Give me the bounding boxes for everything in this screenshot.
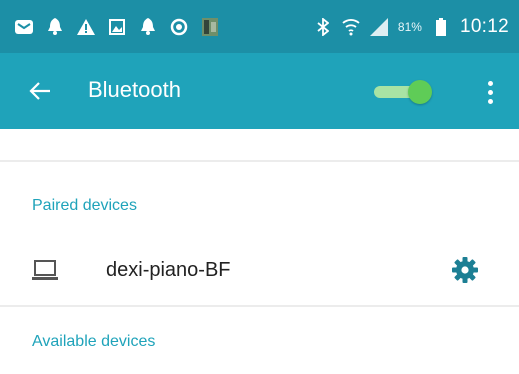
image-icon <box>107 17 126 36</box>
dot-icon <box>487 80 493 86</box>
wifi-icon <box>342 17 360 37</box>
battery-percent: 81% <box>397 19 422 34</box>
email-icon <box>14 17 33 36</box>
back-arrow-icon <box>29 82 50 100</box>
device-settings-button[interactable] <box>451 256 479 284</box>
device-name: dexi-piano-BF <box>106 259 231 281</box>
clock: 10:12 <box>459 15 509 37</box>
sync-icon <box>169 17 188 36</box>
status-system: 81% 10:12 <box>314 0 509 53</box>
more-options-button[interactable] <box>478 77 502 107</box>
status-notifications <box>14 0 219 53</box>
bluetooth-toggle[interactable] <box>372 79 432 105</box>
signal-icon <box>369 17 388 37</box>
bluetooth-icon <box>314 17 332 37</box>
gear-icon <box>452 257 478 283</box>
divider <box>0 160 519 162</box>
status-bar: 81% 10:12 <box>0 0 519 53</box>
dot-icon <box>487 89 493 95</box>
laptop-icon <box>32 258 58 282</box>
page-title: Bluetooth <box>88 77 181 102</box>
app-bar: Bluetooth <box>0 53 519 129</box>
warning-icon <box>76 17 95 36</box>
battery-icon <box>432 17 450 37</box>
photo-icon <box>200 17 219 36</box>
divider <box>0 305 519 307</box>
dot-icon <box>487 98 493 104</box>
notification-icon <box>45 17 64 36</box>
available-devices-header: Available devices <box>32 333 156 350</box>
paired-device-row[interactable]: dexi-piano-BF <box>0 240 519 304</box>
notification-icon <box>138 17 157 36</box>
back-button[interactable] <box>24 75 56 107</box>
paired-devices-header: Paired devices <box>32 197 137 214</box>
toggle-thumb <box>408 80 432 104</box>
